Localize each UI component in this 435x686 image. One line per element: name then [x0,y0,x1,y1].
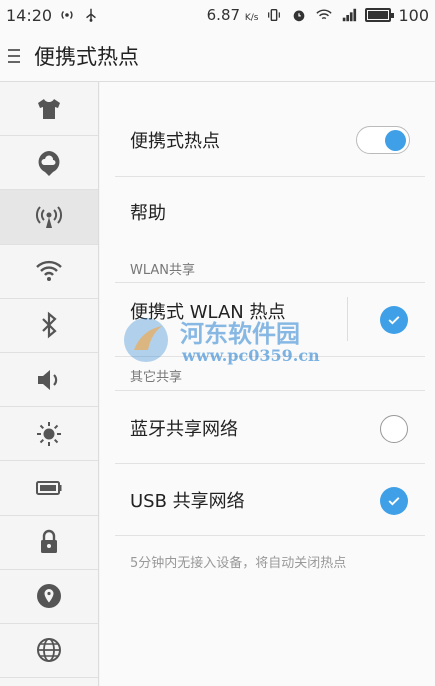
sidebar-item-security[interactable] [0,516,98,570]
shirt-icon [38,98,60,119]
divider [115,535,425,536]
hotspot-toggle-row[interactable]: 便携式热点 [130,122,410,158]
other-section-header: 其它共享 [130,370,183,385]
alarm-icon [290,6,308,24]
hotspot-settings-panel: 便携式热点 帮助 WLAN共享 便携式 WLAN 热点 其它共享 蓝牙共享网络 … [100,82,435,686]
wlan-section-header: WLAN共享 [130,263,196,278]
bluetooth-share-checkbox[interactable] [380,415,408,443]
battery-percent: 100 [398,5,429,25]
battery-icon [36,480,62,495]
hotspot-toggle-label: 便携式热点 [130,131,220,152]
wlan-hotspot-row[interactable]: 便携式 WLAN 热点 [130,296,410,326]
sidebar-item-bluetooth[interactable] [0,299,98,353]
volume-icon [38,369,58,390]
auto-off-note: 5分钟内无接入设备，将自动关闭热点 [130,556,347,571]
sidebar-item-hotspot[interactable] [0,190,98,245]
checkmark-icon [380,306,408,334]
menu-icon[interactable] [8,46,24,66]
checkmark-icon [380,487,408,515]
divider [115,356,425,357]
usb-share-checkbox[interactable] [380,487,408,515]
page-title: 便携式热点 [34,44,139,69]
unchecked-circle-icon [380,415,408,443]
wlan-hotspot-label: 便携式 WLAN 热点 [130,302,286,323]
wlan-hotspot-checkbox[interactable] [380,306,408,334]
toggle-knob [385,130,406,151]
title-bar: 便携式热点 [0,30,435,82]
bluetooth-icon [42,311,57,339]
cloud-icon [38,150,60,176]
sidebar-item-sound[interactable] [0,353,98,408]
sidebar-item-cloud[interactable] [0,136,98,191]
help-label: 帮助 [130,203,166,224]
divider [115,390,425,391]
divider [115,176,425,177]
status-time: 14:20 [6,5,53,25]
network-speed: 6.87 K/s [206,6,259,24]
hotspot-toggle-switch[interactable] [356,126,410,154]
usb-share-row[interactable]: USB 共享网络 [130,482,410,518]
help-row[interactable]: 帮助 [130,194,410,230]
bluetooth-share-label: 蓝牙共享网络 [130,419,238,440]
bluetooth-share-row[interactable]: 蓝牙共享网络 [130,410,410,446]
battery-status-icon [365,8,395,22]
signal-icon [340,6,358,24]
hotspot-status-icon [58,6,76,24]
sidebar-item-display[interactable] [0,407,98,462]
wifi-icon [36,261,62,282]
vertical-separator [347,297,348,341]
location-icon [37,584,61,609]
sidebar-item-personalize[interactable] [0,82,98,137]
sidebar-item-wlan[interactable] [0,245,98,299]
brightness-icon [37,421,61,446]
globe-icon [37,638,61,663]
sidebar-item-battery[interactable] [0,461,98,516]
divider [115,463,425,464]
hotspot-icon [36,206,62,228]
wifi-status-icon [315,6,333,24]
sidebar-item-language[interactable] [0,624,98,679]
usb-share-label: USB 共享网络 [130,491,245,512]
status-bar: 14:20 6.87 K/s 100 [0,0,435,30]
usb-status-icon [82,6,100,24]
settings-sidebar [0,82,99,686]
divider [115,282,425,283]
vibrate-icon [265,6,283,24]
lock-icon [41,529,57,554]
sidebar-item-location[interactable] [0,570,98,624]
